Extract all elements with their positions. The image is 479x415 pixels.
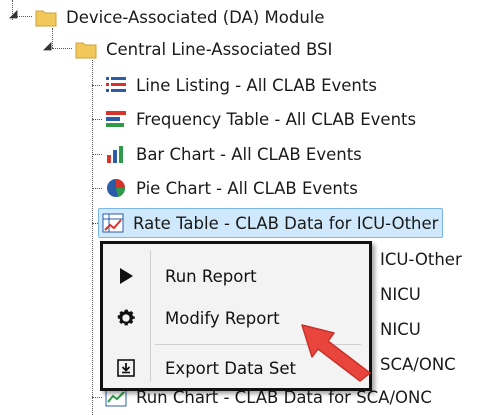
export-data-set-menu-item[interactable]: Export Data Set [103,348,369,388]
tree-item-label: SCA/ONC [380,354,456,374]
pie-chart-icon [104,177,128,199]
tree-line [92,119,102,120]
tree-item-nicu-1[interactable]: NICU [380,281,421,307]
bar-chart-icon [104,143,128,165]
tree-line [52,48,72,49]
tree-item-pie-chart[interactable]: Pie Chart - All CLAB Events [104,175,358,201]
tree-item-rate-table-icu-other-2[interactable]: ICU-Other [380,246,462,272]
gear-icon [103,307,149,329]
folder-icon [74,38,98,60]
collapse-arrow-icon[interactable]: ◢ [43,40,51,51]
tree-node-label: Device-Associated (DA) Module [66,7,325,27]
tree-line [92,85,102,86]
tree-item-line-listing[interactable]: Line Listing - All CLAB Events [104,72,377,98]
tree-item-label: Line Listing - All CLAB Events [136,75,377,95]
frequency-table-icon [104,108,128,130]
menu-item-label: Modify Report [165,308,280,328]
menu-item-label: Run Report [165,266,257,286]
tree-line [92,397,102,398]
tree-node-clabsi[interactable]: Central Line-Associated BSI [74,36,332,62]
tree-line [52,28,53,48]
tree-item-nicu-2[interactable]: NICU [380,316,421,342]
tree-item-sca-onc[interactable]: SCA/ONC [380,351,456,377]
modify-report-menu-item[interactable]: Modify Report [103,298,369,338]
tree-item-label: NICU [380,284,421,304]
tree-line [92,60,93,415]
menu-item-label: Export Data Set [165,358,296,378]
tree-item-label: Bar Chart - All CLAB Events [136,144,362,164]
tree-item-bar-chart[interactable]: Bar Chart - All CLAB Events [104,141,362,167]
context-menu: Run Report Modify Report Export Data Set [100,241,372,391]
export-icon [103,358,149,378]
tree-line [92,154,102,155]
tree-item-frequency-table[interactable]: Frequency Table - All CLAB Events [104,106,416,132]
rate-table-icon [101,212,125,234]
tree-node-label: Central Line-Associated BSI [106,39,333,59]
collapse-arrow-icon[interactable]: ◢ [9,8,17,19]
folder-icon [34,6,58,28]
tree-item-label: Rate Table - CLAB Data for ICU-Other [133,213,439,233]
run-report-menu-item[interactable]: Run Report [103,256,369,296]
tree-item-label: ICU-Other [380,249,462,269]
tree-item-label: Pie Chart - All CLAB Events [136,178,358,198]
tree-item-label: NICU [380,319,421,339]
tree-node-da-module[interactable]: Device-Associated (DA) Module [34,4,325,30]
play-icon [103,266,149,286]
line-listing-icon [104,74,128,96]
tree-item-label: Frequency Table - All CLAB Events [136,109,417,129]
tree-item-rate-table-icu-other[interactable]: Rate Table - CLAB Data for ICU-Other [98,208,444,238]
tree-line [92,188,102,189]
menu-divider [155,344,361,345]
